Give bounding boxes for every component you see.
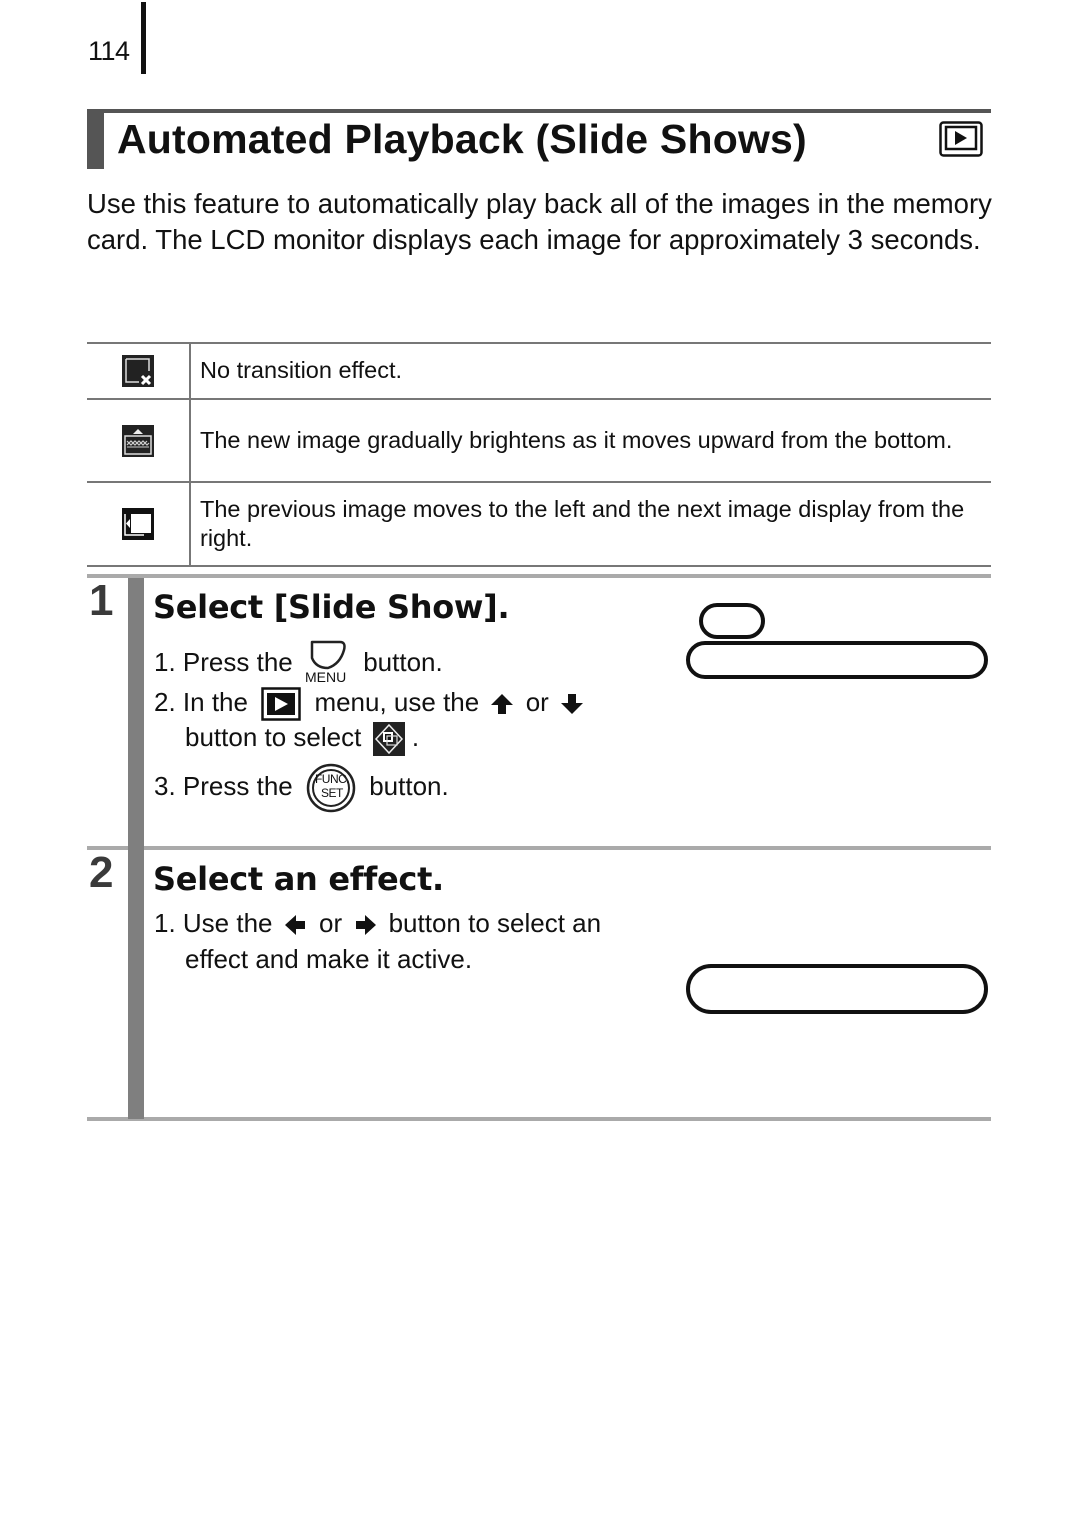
slide-show-icon xyxy=(372,722,405,757)
instruction-text: or xyxy=(525,687,549,717)
down-arrow-icon xyxy=(561,694,584,715)
step-heading: Select [Slide Show]. xyxy=(153,588,510,626)
title-marker xyxy=(87,113,104,169)
effect-description: The new image gradually brightens as it … xyxy=(190,398,991,483)
icon-cell xyxy=(87,342,191,400)
playback-menu-icon xyxy=(261,687,301,721)
table-row: The previous image moves to the left and… xyxy=(87,481,991,567)
instruction-line: effect and make it active. xyxy=(185,941,472,977)
step-divider xyxy=(87,846,991,850)
right-arrow-icon xyxy=(356,915,377,936)
instruction-text: button to select xyxy=(185,722,362,752)
fade-up-transition-icon xyxy=(122,424,154,457)
instruction-line: button to select . xyxy=(185,719,420,757)
icon-cell xyxy=(87,481,191,567)
left-arrow-icon xyxy=(284,915,305,936)
instruction-text: menu, use the xyxy=(314,687,480,717)
instruction-text: effect and make it active. xyxy=(185,944,473,974)
effect-description: The previous image moves to the left and… xyxy=(190,481,991,567)
instruction-line: 1. Use the or button to select an xyxy=(154,905,601,941)
func-label: FUNC. xyxy=(314,772,350,786)
no-transition-icon xyxy=(122,355,154,387)
instruction-text: 1. Use the xyxy=(154,908,273,938)
instruction-text: button. xyxy=(363,646,443,677)
step-number: 1 xyxy=(89,576,114,625)
table-row: No transition effect. xyxy=(87,342,991,400)
screen-tab-graphic xyxy=(699,603,765,639)
playback-mode-icon xyxy=(939,121,983,157)
slide-left-transition-icon xyxy=(122,508,154,540)
instruction-text: button. xyxy=(369,770,449,801)
intro-paragraph: Use this feature to automatically play b… xyxy=(87,188,992,255)
effect-description: No transition effect. xyxy=(190,342,991,400)
screen-effect-bar-graphic xyxy=(686,964,988,1014)
page-title: Automated Playback (Slide Shows) xyxy=(117,116,807,162)
step-side-bar xyxy=(128,578,144,1119)
effects-table: No transition effect. The new image grad… xyxy=(87,342,991,567)
page-number: 114 xyxy=(88,36,130,66)
set-label: SET xyxy=(320,786,343,800)
screen-menu-bar-graphic xyxy=(686,641,988,679)
instruction-line: 1. Press the MENU button. xyxy=(154,640,443,688)
step-number: 2 xyxy=(89,848,114,897)
instruction-text: 2. In the xyxy=(154,687,248,717)
step-divider xyxy=(87,1117,991,1121)
instruction-text: 3. Press the xyxy=(154,770,293,801)
up-arrow-icon xyxy=(491,694,514,715)
menu-label: MENU xyxy=(304,669,347,685)
table-row: The new image gradually brightens as it … xyxy=(87,398,991,483)
title-rule xyxy=(87,109,991,113)
step-heading: Select an effect. xyxy=(153,860,444,898)
instruction-text: or xyxy=(318,908,343,938)
page-number-bar xyxy=(141,2,146,74)
func-set-button-icon: FUNC. SET xyxy=(306,763,356,813)
icon-cell xyxy=(87,398,191,483)
instruction-line: 3. Press the FUNC. SET button. xyxy=(154,763,449,813)
instruction-text: button to select an xyxy=(388,908,602,938)
instruction-text: . xyxy=(411,722,420,752)
instruction-text: 1. Press the xyxy=(154,646,293,677)
step-divider xyxy=(87,574,991,578)
instruction-line: 2. In the menu, use the or xyxy=(154,684,588,721)
